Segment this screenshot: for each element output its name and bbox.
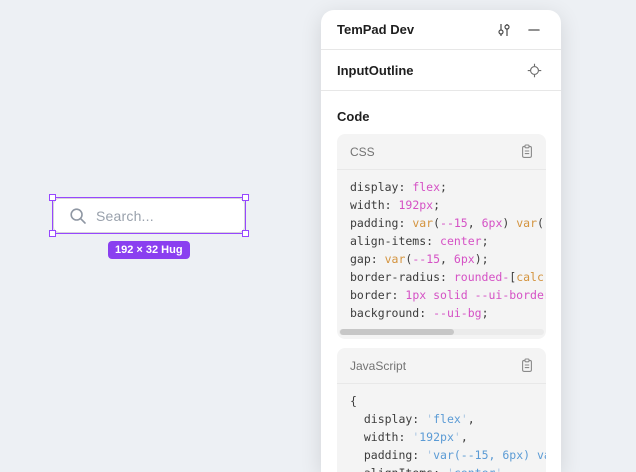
figma-canvas: Search... 192 × 32 Hug TemPad Dev — [0, 0, 636, 472]
javascript-block-label: JavaScript — [350, 359, 520, 373]
clipboard-icon[interactable] — [520, 144, 534, 159]
javascript-code[interactable]: { display: 'flex', width: '192px', paddi… — [337, 384, 546, 472]
css-code[interactable]: display: flex;width: 192px;padding: var(… — [337, 170, 546, 322]
selected-node-row: InputOutline — [321, 50, 561, 91]
tempad-dev-plugin-panel: TemPad Dev InputOutline — [321, 10, 561, 472]
css-block-header: CSS — [337, 134, 546, 170]
horizontal-scrollbar[interactable] — [339, 329, 544, 335]
selected-node-name: InputOutline — [337, 63, 523, 78]
scrollbar-thumb[interactable] — [340, 329, 454, 335]
javascript-block-header: JavaScript — [337, 348, 546, 384]
search-input[interactable]: Search... — [53, 198, 245, 233]
plugin-title: TemPad Dev — [337, 22, 493, 37]
css-code-block: CSS display: flex;width: 192px;padding: … — [337, 134, 546, 339]
javascript-code-block: JavaScript { display: 'flex', width: '19… — [337, 348, 546, 472]
search-placeholder: Search... — [96, 208, 154, 224]
magnifier-icon — [69, 207, 87, 225]
locate-target-icon[interactable] — [523, 59, 545, 81]
sliders-icon[interactable] — [493, 19, 515, 41]
code-section-label: Code — [337, 109, 545, 124]
size-badge: 192 × 32 Hug — [108, 241, 190, 259]
clipboard-icon[interactable] — [520, 358, 534, 373]
minimize-icon[interactable] — [523, 19, 545, 41]
plugin-header: TemPad Dev — [321, 10, 561, 50]
css-block-label: CSS — [350, 145, 520, 159]
